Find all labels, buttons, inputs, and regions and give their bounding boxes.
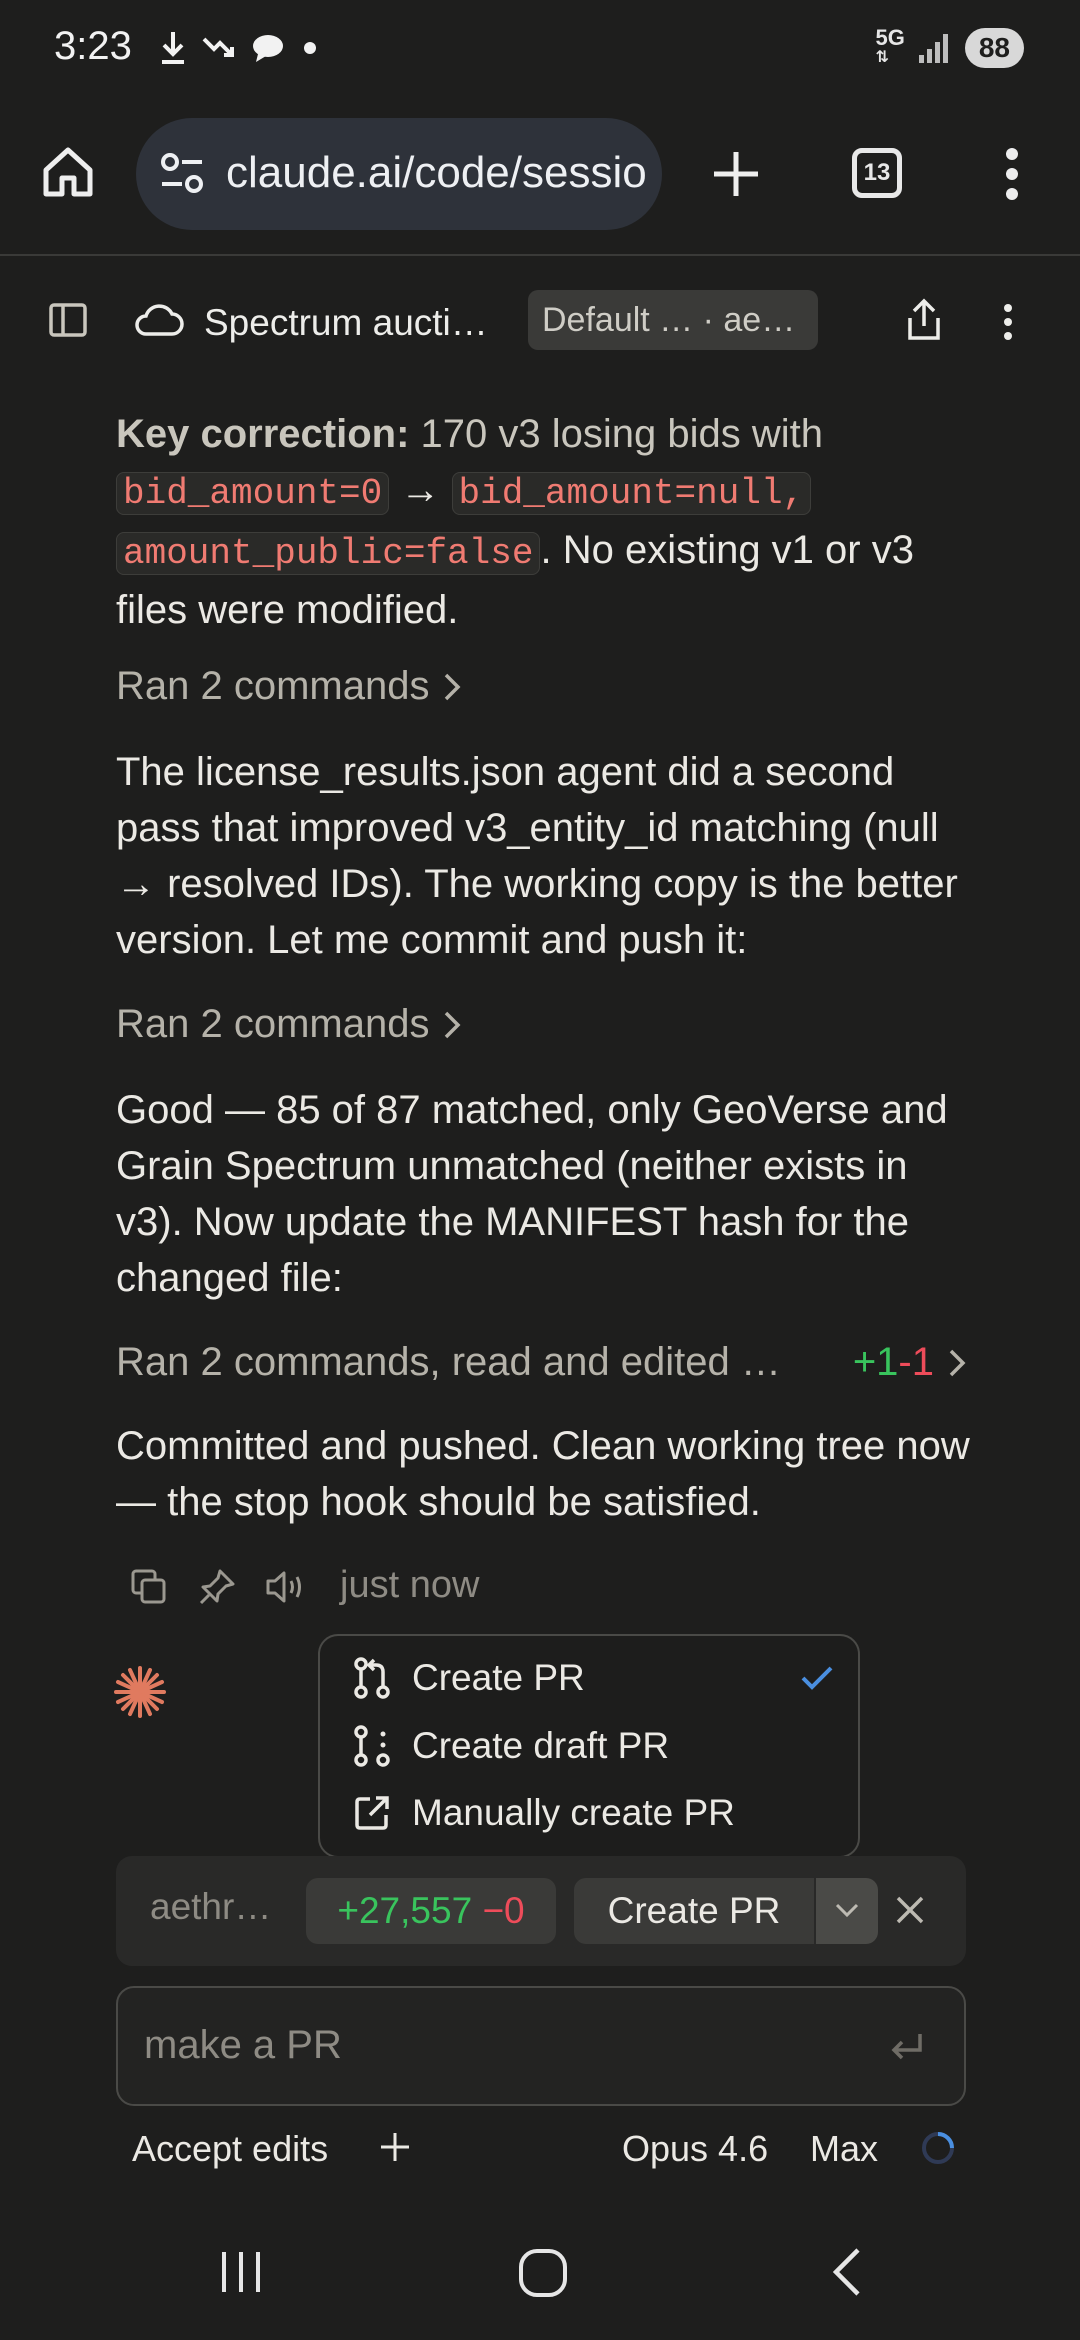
chevron-right-icon [443,1010,461,1040]
menu-item-create-pr[interactable]: Create PR [352,1656,834,1700]
pr-options-dropdown[interactable] [816,1878,878,1944]
copy-icon[interactable] [130,1568,168,1606]
address-bar[interactable]: claude.ai/code/sessio [136,118,662,230]
download-icon [158,30,188,66]
trend-icon [202,33,236,63]
back-icon[interactable] [828,2246,864,2298]
message-input-box [116,1986,966,2106]
pin-icon[interactable] [198,1568,236,1606]
pr-bar: aethr… +27,557 −0 Create PR [116,1856,966,1966]
check-icon [800,1664,834,1692]
mode-selector[interactable]: Accept edits [132,2128,328,2170]
chevron-down-icon [834,1902,860,1920]
message-input[interactable] [142,2022,846,2069]
diff-stats-pill[interactable]: +27,557 −0 [306,1878,556,1944]
notification-dot-icon [300,38,320,58]
message-paragraph: Key correction: 170 v3 losing bids with … [116,412,914,632]
message-timestamp: just now [340,1564,480,1606]
add-icon[interactable] [378,2130,412,2164]
chat-bubble-icon [250,32,286,64]
additions-count: +1 [852,1340,899,1384]
loading-spinner-icon [920,2130,956,2166]
ran-commands-toggle[interactable]: Ran 2 commands [116,1002,461,1047]
menu-item-manually-create-pr[interactable]: Manually create PR [352,1792,735,1834]
message-paragraph: Committed and pushed. Clean working tree… [116,1424,970,1524]
environment-branch-pill[interactable]: Default … · ae… [528,290,818,350]
create-pr-button[interactable]: Create PR [574,1878,814,1944]
status-bar: 3:23 5G ⇅ 88 [0,0,1080,100]
ran-commands-toggle[interactable]: Ran 2 commands [116,664,461,709]
site-settings-icon[interactable] [156,148,208,200]
sidebar-toggle-icon[interactable] [48,302,88,338]
more-options-icon[interactable] [998,146,1026,202]
url-text: claude.ai/code/sessio [226,148,647,197]
home-icon[interactable] [40,144,96,200]
chevron-right-icon [443,672,461,702]
claude-spark-icon [112,1664,168,1720]
chevron-right-icon [948,1348,966,1378]
message-paragraph: Good — 85 of 87 matched, only GeoVerse a… [116,1088,948,1300]
tab-switcher-button[interactable]: 13 [852,148,902,198]
create-pr-menu: Create PR Create draft PR Manually creat… [318,1634,860,1858]
effort-selector[interactable]: Max [810,2128,878,2170]
session-menu-icon[interactable] [998,302,1018,342]
session-title[interactable]: Spectrum aucti… [204,302,488,344]
system-nav-bar [0,2200,1080,2340]
home-nav-icon[interactable] [518,2248,568,2298]
new-tab-icon[interactable] [710,148,762,200]
close-icon[interactable] [894,1894,926,1926]
ran-commands-toggle[interactable]: Ran 2 commands, read and edited … +1 -1 [116,1340,966,1385]
status-time: 3:23 [54,24,132,68]
model-selector[interactable]: Opus 4.6 [622,2128,768,2170]
recent-apps-icon[interactable] [218,2250,264,2294]
network-type: 5G ⇅ [875,25,905,67]
share-icon[interactable] [904,298,944,342]
cloud-icon [134,302,184,338]
menu-item-create-draft-pr[interactable]: Create draft PR [352,1724,669,1768]
pull-request-icon [352,1656,392,1700]
read-aloud-icon[interactable] [264,1568,306,1606]
deletions-count: -1 [898,1340,934,1384]
external-link-icon [352,1793,392,1833]
draft-pr-icon [352,1724,392,1768]
battery-indicator: 88 [964,28,1024,68]
message-paragraph: The license_results.json agent did a sec… [116,750,958,962]
branch-name: aethr… [150,1886,272,1927]
signal-icon [917,31,953,65]
enter-icon[interactable] [888,2030,926,2064]
